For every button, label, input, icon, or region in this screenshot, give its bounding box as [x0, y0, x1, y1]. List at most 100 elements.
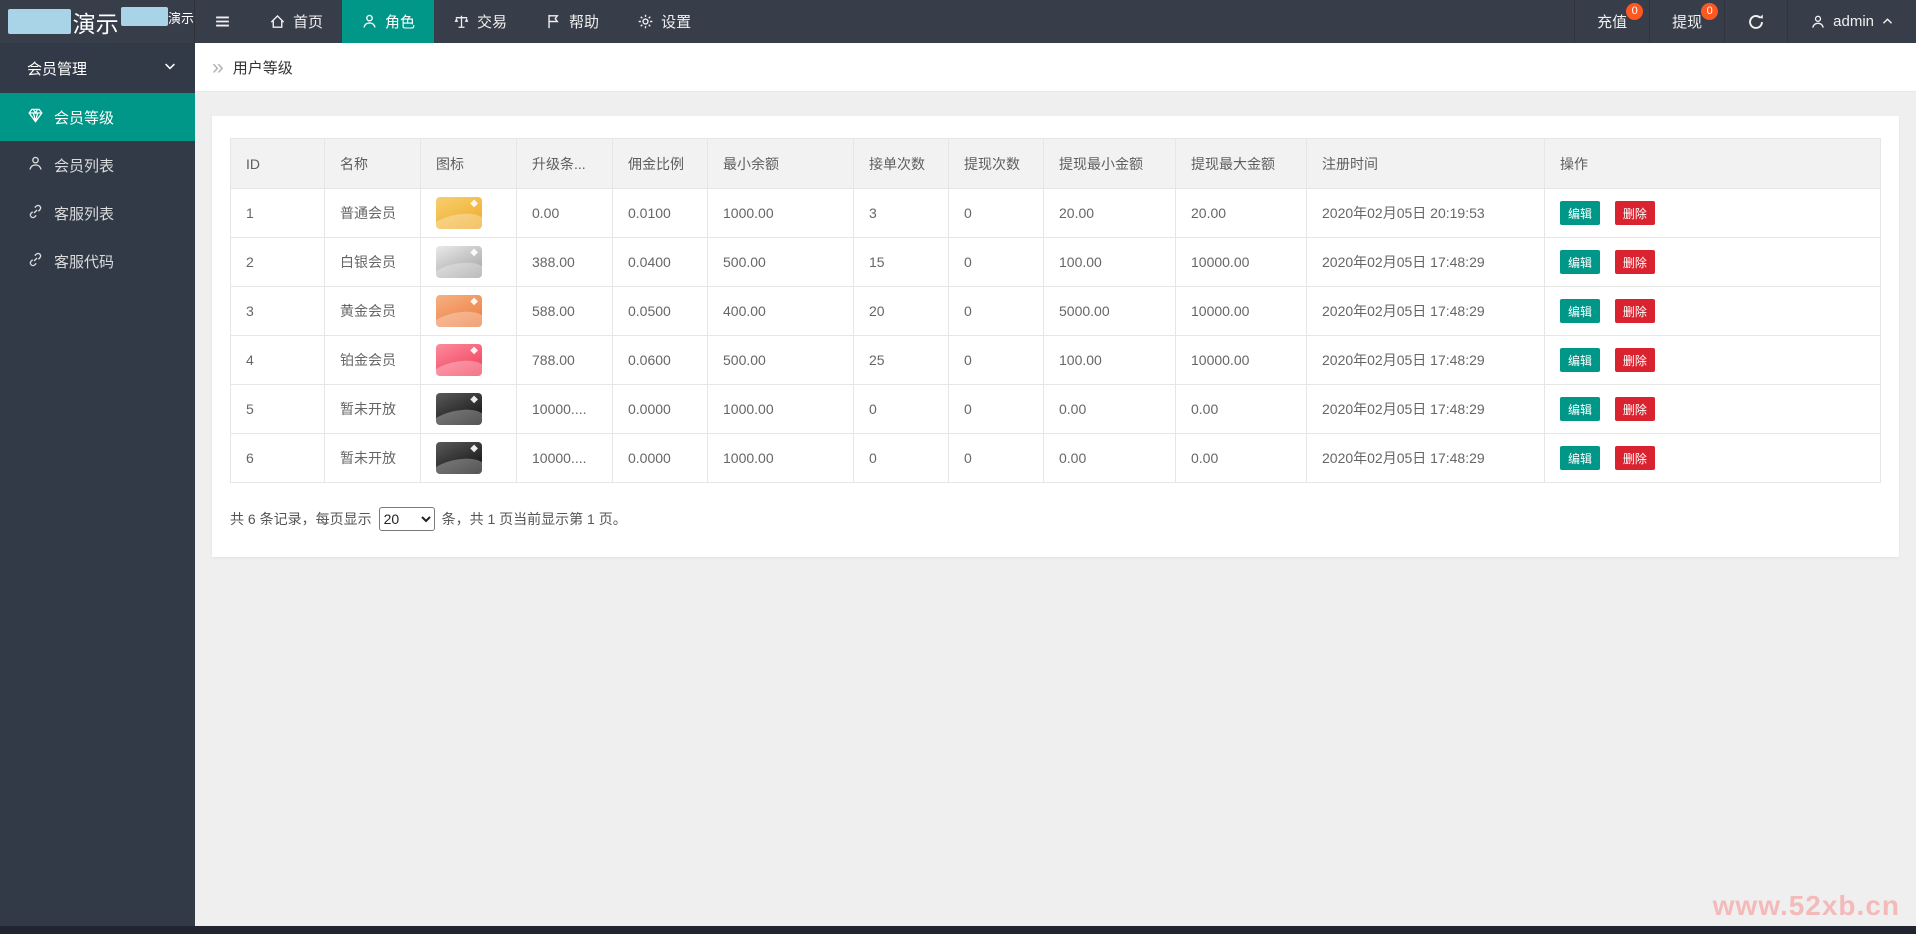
table-row: 3 黄金会员 588.00 0.0500 400.00 20 0 5000.00…: [231, 287, 1881, 336]
nav-item-settings[interactable]: 设置: [618, 0, 710, 43]
cell-min-balance: 400.00: [708, 287, 854, 336]
cell-actions: 编辑 删除: [1545, 287, 1881, 336]
nav-item-label: 帮助: [569, 11, 599, 32]
cell-icon: [421, 189, 517, 238]
logo-title-large: 演示: [73, 5, 119, 39]
nav-item-label: 交易: [477, 11, 507, 32]
nav-item-trade[interactable]: 交易: [434, 0, 526, 43]
column-header-6: 最小余额: [708, 139, 854, 189]
pagination: 共 6 条记录，每页显示 20 条，共 1 页当前显示第 1 页。: [230, 507, 1881, 531]
cell-withdraw-count: 0: [949, 434, 1044, 483]
table-row: 4 铂金会员 788.00 0.0600 500.00 25 0 100.00 …: [231, 336, 1881, 385]
level-card-icon: [436, 393, 482, 425]
cell-name: 铂金会员: [325, 336, 421, 385]
edit-button[interactable]: 编辑: [1560, 201, 1600, 225]
column-header-8: 提现次数: [949, 139, 1044, 189]
cell-icon: [421, 434, 517, 483]
cell-withdraw-max: 0.00: [1176, 385, 1307, 434]
delete-button[interactable]: 删除: [1615, 250, 1655, 274]
cell-name: 黄金会员: [325, 287, 421, 336]
cell-name: 白银会员: [325, 238, 421, 287]
pagination-prefix: 共 6 条记录，每页显示: [230, 509, 372, 529]
watermark: www.52xb.cn: [1713, 890, 1900, 922]
nav-item-role[interactable]: 角色: [342, 0, 434, 43]
cell-register-time: 2020年02月05日 17:48:29: [1307, 287, 1545, 336]
recharge-button[interactable]: 充值 0: [1574, 0, 1649, 43]
nav-item-home[interactable]: 首页: [250, 0, 342, 43]
cell-withdraw-count: 0: [949, 385, 1044, 434]
flag-icon: [545, 13, 562, 30]
edit-button[interactable]: 编辑: [1560, 348, 1600, 372]
cell-order-count: 25: [854, 336, 949, 385]
cell-id: 2: [231, 238, 325, 287]
delete-button[interactable]: 删除: [1615, 446, 1655, 470]
level-card-icon: [436, 295, 482, 327]
pagination-suffix: 条，共 1 页当前显示第 1 页。: [442, 509, 627, 529]
withdraw-badge: 0: [1701, 3, 1718, 20]
sidebar-group-member-management[interactable]: 会员管理: [0, 43, 195, 93]
breadcrumb-chevrons-icon: »: [212, 57, 224, 78]
scales-icon: [453, 13, 470, 30]
cell-order-count: 3: [854, 189, 949, 238]
edit-button[interactable]: 编辑: [1560, 250, 1600, 274]
column-header-10: 提现最大金额: [1176, 139, 1307, 189]
cell-withdraw-count: 0: [949, 189, 1044, 238]
cell-min-balance: 1000.00: [708, 189, 854, 238]
sidebar-item-label: 客服代码: [54, 251, 114, 272]
delete-button[interactable]: 删除: [1615, 201, 1655, 225]
admin-app: 演示 演示 首页 角色: [0, 0, 1916, 934]
sidebar-item-member-levels[interactable]: 会员等级: [0, 93, 195, 141]
level-card-icon: [436, 246, 482, 278]
cell-actions: 编辑 删除: [1545, 238, 1881, 287]
main-area: » 用户等级 ID名称图标升级条...佣金比例最小余额接单次数提现次数提现最小金…: [195, 43, 1916, 934]
bottom-edge-bar: [0, 926, 1916, 934]
cell-withdraw-min: 100.00: [1044, 336, 1176, 385]
user-icon: [1810, 14, 1826, 30]
home-icon: [269, 13, 286, 30]
cell-actions: 编辑 删除: [1545, 385, 1881, 434]
sidebar-item-member-list[interactable]: 会员列表: [0, 141, 195, 189]
level-card-icon: [436, 344, 482, 376]
navbar-right: 充值 0 提现 0 admin: [1574, 0, 1916, 43]
cell-upgrade-condition: 788.00: [517, 336, 613, 385]
chevron-down-icon: [163, 59, 177, 77]
sidebar-item-service-list[interactable]: 客服列表: [0, 189, 195, 237]
cell-actions: 编辑 删除: [1545, 434, 1881, 483]
user-icon: [361, 13, 378, 30]
sidebar-item-label: 客服列表: [54, 203, 114, 224]
nav-item-help[interactable]: 帮助: [526, 0, 618, 43]
table-row: 2 白银会员 388.00 0.0400 500.00 15 0 100.00 …: [231, 238, 1881, 287]
nav-item-label: 设置: [661, 11, 691, 32]
level-card-icon: [436, 442, 482, 474]
sidebar-toggle-button[interactable]: [195, 0, 250, 43]
cell-icon: [421, 385, 517, 434]
cell-upgrade-condition: 10000....: [517, 385, 613, 434]
edit-button[interactable]: 编辑: [1560, 397, 1600, 421]
delete-button[interactable]: 删除: [1615, 299, 1655, 323]
delete-button[interactable]: 删除: [1615, 348, 1655, 372]
edit-button[interactable]: 编辑: [1560, 299, 1600, 323]
column-header-12: 操作: [1545, 139, 1881, 189]
withdraw-button[interactable]: 提现 0: [1649, 0, 1724, 43]
cell-withdraw-min: 0.00: [1044, 385, 1176, 434]
cell-register-time: 2020年02月05日 20:19:53: [1307, 189, 1545, 238]
per-page-select[interactable]: 20: [379, 507, 435, 531]
user-menu[interactable]: admin: [1787, 0, 1916, 43]
chevron-up-icon: [1881, 15, 1894, 28]
delete-button[interactable]: 删除: [1615, 397, 1655, 421]
logo-title-small: 演示: [168, 8, 194, 27]
logo-image-small-redacted: [121, 7, 168, 26]
cell-order-count: 0: [854, 385, 949, 434]
logo[interactable]: 演示 演示: [0, 0, 195, 43]
cell-order-count: 15: [854, 238, 949, 287]
refresh-button[interactable]: [1724, 0, 1787, 43]
cell-withdraw-min: 5000.00: [1044, 287, 1176, 336]
column-header-2: 名称: [325, 139, 421, 189]
cell-register-time: 2020年02月05日 17:48:29: [1307, 434, 1545, 483]
cell-withdraw-min: 100.00: [1044, 238, 1176, 287]
table-header-row: ID名称图标升级条...佣金比例最小余额接单次数提现次数提现最小金额提现最大金额…: [231, 139, 1881, 189]
sidebar-item-label: 会员等级: [54, 107, 114, 128]
sidebar-item-service-code[interactable]: 客服代码: [0, 237, 195, 285]
edit-button[interactable]: 编辑: [1560, 446, 1600, 470]
column-header-1: ID: [231, 139, 325, 189]
